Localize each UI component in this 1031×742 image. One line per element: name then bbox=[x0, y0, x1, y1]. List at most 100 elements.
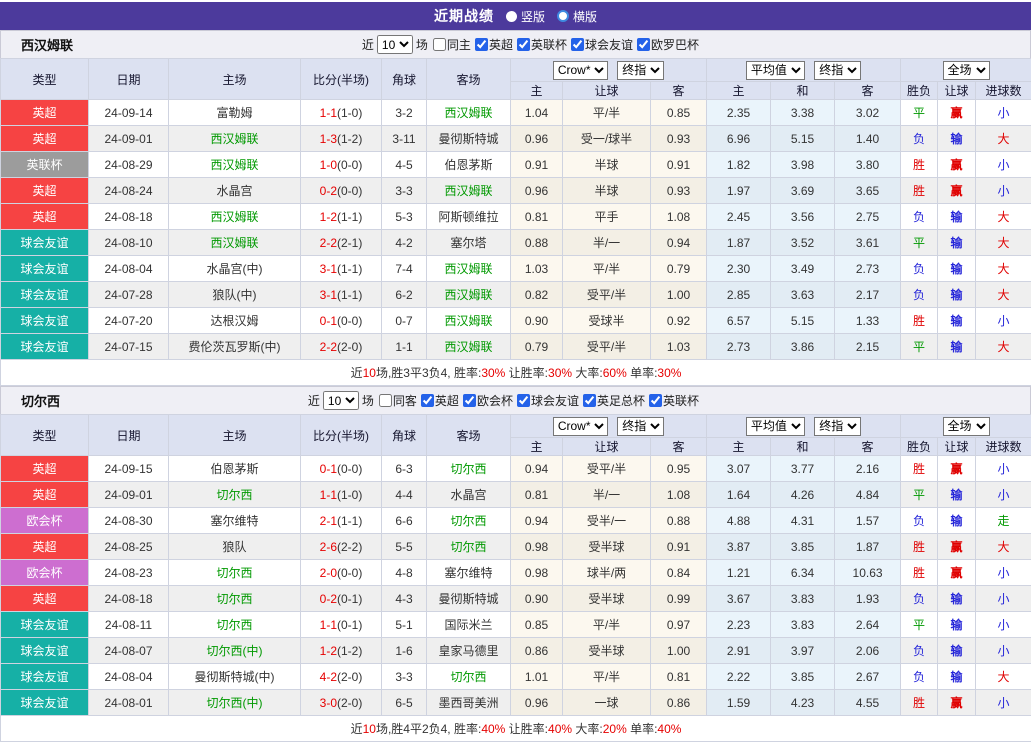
home-team-link[interactable]: 切尔西 bbox=[169, 482, 301, 508]
summary-segment: 60% bbox=[603, 366, 627, 380]
away-team-link[interactable]: 塞尔塔 bbox=[427, 230, 511, 256]
home-team-link[interactable]: 切尔西 bbox=[169, 586, 301, 612]
away-team-link[interactable]: 国际米兰 bbox=[427, 612, 511, 638]
average-select[interactable]: 平均值 bbox=[746, 61, 805, 80]
league-filter[interactable]: 球会友谊 bbox=[517, 392, 579, 409]
final-index-select-2[interactable]: 终指 bbox=[814, 61, 861, 80]
bookmaker-select[interactable]: Crow* bbox=[553, 417, 608, 436]
result-handicap: 赢 bbox=[938, 178, 976, 204]
away-team-link[interactable]: 切尔西 bbox=[427, 534, 511, 560]
layout-radio-vertical[interactable]: 竖版 bbox=[506, 8, 545, 25]
result-handicap: 输 bbox=[938, 204, 976, 230]
away-team-link[interactable]: 西汉姆联 bbox=[427, 308, 511, 334]
competition-badge: 英超 bbox=[1, 482, 89, 508]
recent-count-select[interactable]: 10 bbox=[377, 35, 413, 54]
section-header: 西汉姆联 近 10 场 同主 英超英联杯球会友谊欧罗巴杯 bbox=[0, 30, 1031, 58]
league-checkbox[interactable] bbox=[637, 38, 650, 51]
league-checkbox[interactable] bbox=[517, 38, 530, 51]
league-checkbox[interactable] bbox=[583, 394, 596, 407]
away-team-link[interactable]: 墨西哥美洲 bbox=[427, 690, 511, 716]
league-filter[interactable]: 英联杯 bbox=[517, 36, 567, 53]
league-checkbox[interactable] bbox=[517, 394, 530, 407]
home-team-link[interactable]: 西汉姆联 bbox=[169, 126, 301, 152]
away-team-link[interactable]: 西汉姆联 bbox=[427, 256, 511, 282]
league-checkbox[interactable] bbox=[571, 38, 584, 51]
home-team-link[interactable]: 切尔西 bbox=[169, 612, 301, 638]
home-team-link[interactable]: 富勒姆 bbox=[169, 100, 301, 126]
home-team-link[interactable]: 西汉姆联 bbox=[169, 204, 301, 230]
home-team-link[interactable]: 西汉姆联 bbox=[169, 230, 301, 256]
league-filter[interactable]: 欧会杯 bbox=[463, 392, 513, 409]
league-checkbox[interactable] bbox=[475, 38, 488, 51]
home-team-link[interactable]: 切尔西(中) bbox=[169, 690, 301, 716]
final-index-select-2[interactable]: 终指 bbox=[814, 417, 861, 436]
home-team-link[interactable]: 切尔西(中) bbox=[169, 638, 301, 664]
recent-label: 近 bbox=[308, 392, 320, 409]
fulltime-select[interactable]: 全场 bbox=[943, 61, 990, 80]
result-outcome: 负 bbox=[901, 256, 938, 282]
same-venue-filter[interactable]: 同主 bbox=[433, 36, 471, 53]
match-row: 欧会杯 24-08-23 切尔西 2-0(0-0) 4-8 塞尔维特 0.98 … bbox=[1, 560, 1031, 586]
average-select[interactable]: 平均值 bbox=[746, 417, 805, 436]
halftime-score: (0-0) bbox=[337, 314, 362, 328]
league-filter[interactable]: 英超 bbox=[475, 36, 513, 53]
home-team-link[interactable]: 西汉姆联 bbox=[169, 152, 301, 178]
summary-segment: 让胜率: bbox=[505, 366, 548, 380]
away-team-link[interactable]: 伯恩茅斯 bbox=[427, 152, 511, 178]
away-team-link[interactable]: 切尔西 bbox=[427, 508, 511, 534]
league-filter[interactable]: 欧罗巴杯 bbox=[637, 36, 699, 53]
handicap-away-odds: 0.84 bbox=[651, 560, 707, 586]
home-team-link[interactable]: 水晶宫(中) bbox=[169, 256, 301, 282]
summary-segment: 大率: bbox=[572, 366, 603, 380]
home-team-link[interactable]: 塞尔维特 bbox=[169, 508, 301, 534]
home-team-link[interactable]: 曼彻斯特城(中) bbox=[169, 664, 301, 690]
away-team-link[interactable]: 西汉姆联 bbox=[427, 282, 511, 308]
same-venue-checkbox[interactable] bbox=[433, 38, 446, 51]
league-filter[interactable]: 英足总杯 bbox=[583, 392, 645, 409]
home-team-link[interactable]: 费伦茨瓦罗斯(中) bbox=[169, 334, 301, 360]
corner-count: 6-2 bbox=[382, 282, 427, 308]
home-team-link[interactable]: 达根汉姆 bbox=[169, 308, 301, 334]
away-team-link[interactable]: 西汉姆联 bbox=[427, 334, 511, 360]
recent-count-select[interactable]: 10 bbox=[323, 391, 359, 410]
home-team-link[interactable]: 狼队 bbox=[169, 534, 301, 560]
corner-count: 3-2 bbox=[382, 100, 427, 126]
away-team-link[interactable]: 西汉姆联 bbox=[427, 100, 511, 126]
match-row: 英超 24-08-25 狼队 2-6(2-2) 5-5 切尔西 0.98 受半球… bbox=[1, 534, 1031, 560]
league-checkbox[interactable] bbox=[649, 394, 662, 407]
away-team-link[interactable]: 曼彻斯特城 bbox=[427, 586, 511, 612]
subcol-goals-result: 进球数 bbox=[976, 438, 1031, 456]
corner-count: 4-4 bbox=[382, 482, 427, 508]
league-filter[interactable]: 球会友谊 bbox=[571, 36, 633, 53]
final-index-select-1[interactable]: 终指 bbox=[617, 61, 664, 80]
league-checkbox[interactable] bbox=[421, 394, 434, 407]
away-team-link[interactable]: 曼彻斯特城 bbox=[427, 126, 511, 152]
handicap-line: 半球 bbox=[563, 178, 651, 204]
avg-away-odds: 1.93 bbox=[835, 586, 901, 612]
league-checkbox[interactable] bbox=[463, 394, 476, 407]
away-team-link[interactable]: 西汉姆联 bbox=[427, 178, 511, 204]
bookmaker-select[interactable]: Crow* bbox=[553, 61, 608, 80]
same-venue-filter[interactable]: 同客 bbox=[379, 392, 417, 409]
away-team-link[interactable]: 切尔西 bbox=[427, 664, 511, 690]
home-team-link[interactable]: 切尔西 bbox=[169, 560, 301, 586]
away-team-link[interactable]: 皇家马德里 bbox=[427, 638, 511, 664]
same-venue-checkbox[interactable] bbox=[379, 394, 392, 407]
away-team-link[interactable]: 阿斯顿维拉 bbox=[427, 204, 511, 230]
halftime-score: (2-0) bbox=[337, 670, 362, 684]
away-team-link[interactable]: 水晶宫 bbox=[427, 482, 511, 508]
score-cell: 1-3(1-2) bbox=[301, 126, 382, 152]
final-index-select-1[interactable]: 终指 bbox=[617, 417, 664, 436]
home-team-link[interactable]: 狼队(中) bbox=[169, 282, 301, 308]
home-team-link[interactable]: 伯恩茅斯 bbox=[169, 456, 301, 482]
score-cell: 1-2(1-1) bbox=[301, 204, 382, 230]
match-row: 球会友谊 24-07-20 达根汉姆 0-1(0-0) 0-7 西汉姆联 0.9… bbox=[1, 308, 1031, 334]
filter-bar: 近 10 场 同客 英超欧会杯球会友谊英足总杯英联杯 bbox=[308, 391, 699, 410]
league-filter[interactable]: 英超 bbox=[421, 392, 459, 409]
fulltime-select[interactable]: 全场 bbox=[943, 417, 990, 436]
away-team-link[interactable]: 切尔西 bbox=[427, 456, 511, 482]
layout-radio-horizontal[interactable]: 横版 bbox=[557, 8, 597, 25]
away-team-link[interactable]: 塞尔维特 bbox=[427, 560, 511, 586]
home-team-link[interactable]: 水晶宫 bbox=[169, 178, 301, 204]
league-filter[interactable]: 英联杯 bbox=[649, 392, 699, 409]
